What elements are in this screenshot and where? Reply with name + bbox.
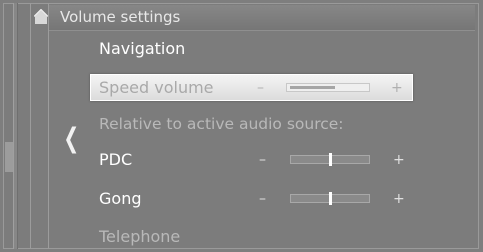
left-rail	[13, 3, 18, 249]
left-rail-divider	[48, 3, 49, 249]
gong-slider[interactable]	[290, 192, 370, 205]
pdc-slider[interactable]	[290, 153, 370, 166]
menu-item-speed-volume[interactable]: Speed volume – +	[90, 74, 413, 101]
menu-item-telephone[interactable]: Telephone	[99, 225, 180, 249]
page-title: Volume settings	[60, 8, 181, 26]
side-scroll-tab[interactable]	[5, 142, 13, 172]
gong-slider-thumb[interactable]	[329, 192, 332, 205]
pdc-slider-thumb[interactable]	[329, 153, 332, 166]
left-rail-divider	[30, 3, 31, 249]
gong-plus[interactable]: +	[393, 190, 405, 208]
menu-item-navigation[interactable]: Navigation	[99, 37, 185, 61]
speed-volume-plus[interactable]: +	[391, 79, 403, 97]
speed-volume-slider[interactable]	[286, 83, 370, 92]
home-icon[interactable]	[34, 9, 48, 25]
menu-item-pdc[interactable]: PDC	[99, 148, 132, 172]
speed-volume-minus[interactable]: –	[257, 79, 264, 97]
section-label: Relative to active audio source:	[99, 115, 344, 133]
volume-settings-screen: Volume settings ❮ Navigation Speed volum…	[0, 0, 483, 252]
pdc-minus[interactable]: –	[259, 151, 266, 169]
pdc-plus[interactable]: +	[393, 151, 405, 169]
speed-volume-label: Speed volume	[99, 78, 214, 97]
menu-item-gong[interactable]: Gong	[99, 187, 141, 211]
chevron-left-icon[interactable]: ❮	[63, 124, 79, 154]
speed-volume-slider-fill	[290, 86, 336, 89]
gong-minus[interactable]: –	[259, 190, 266, 208]
